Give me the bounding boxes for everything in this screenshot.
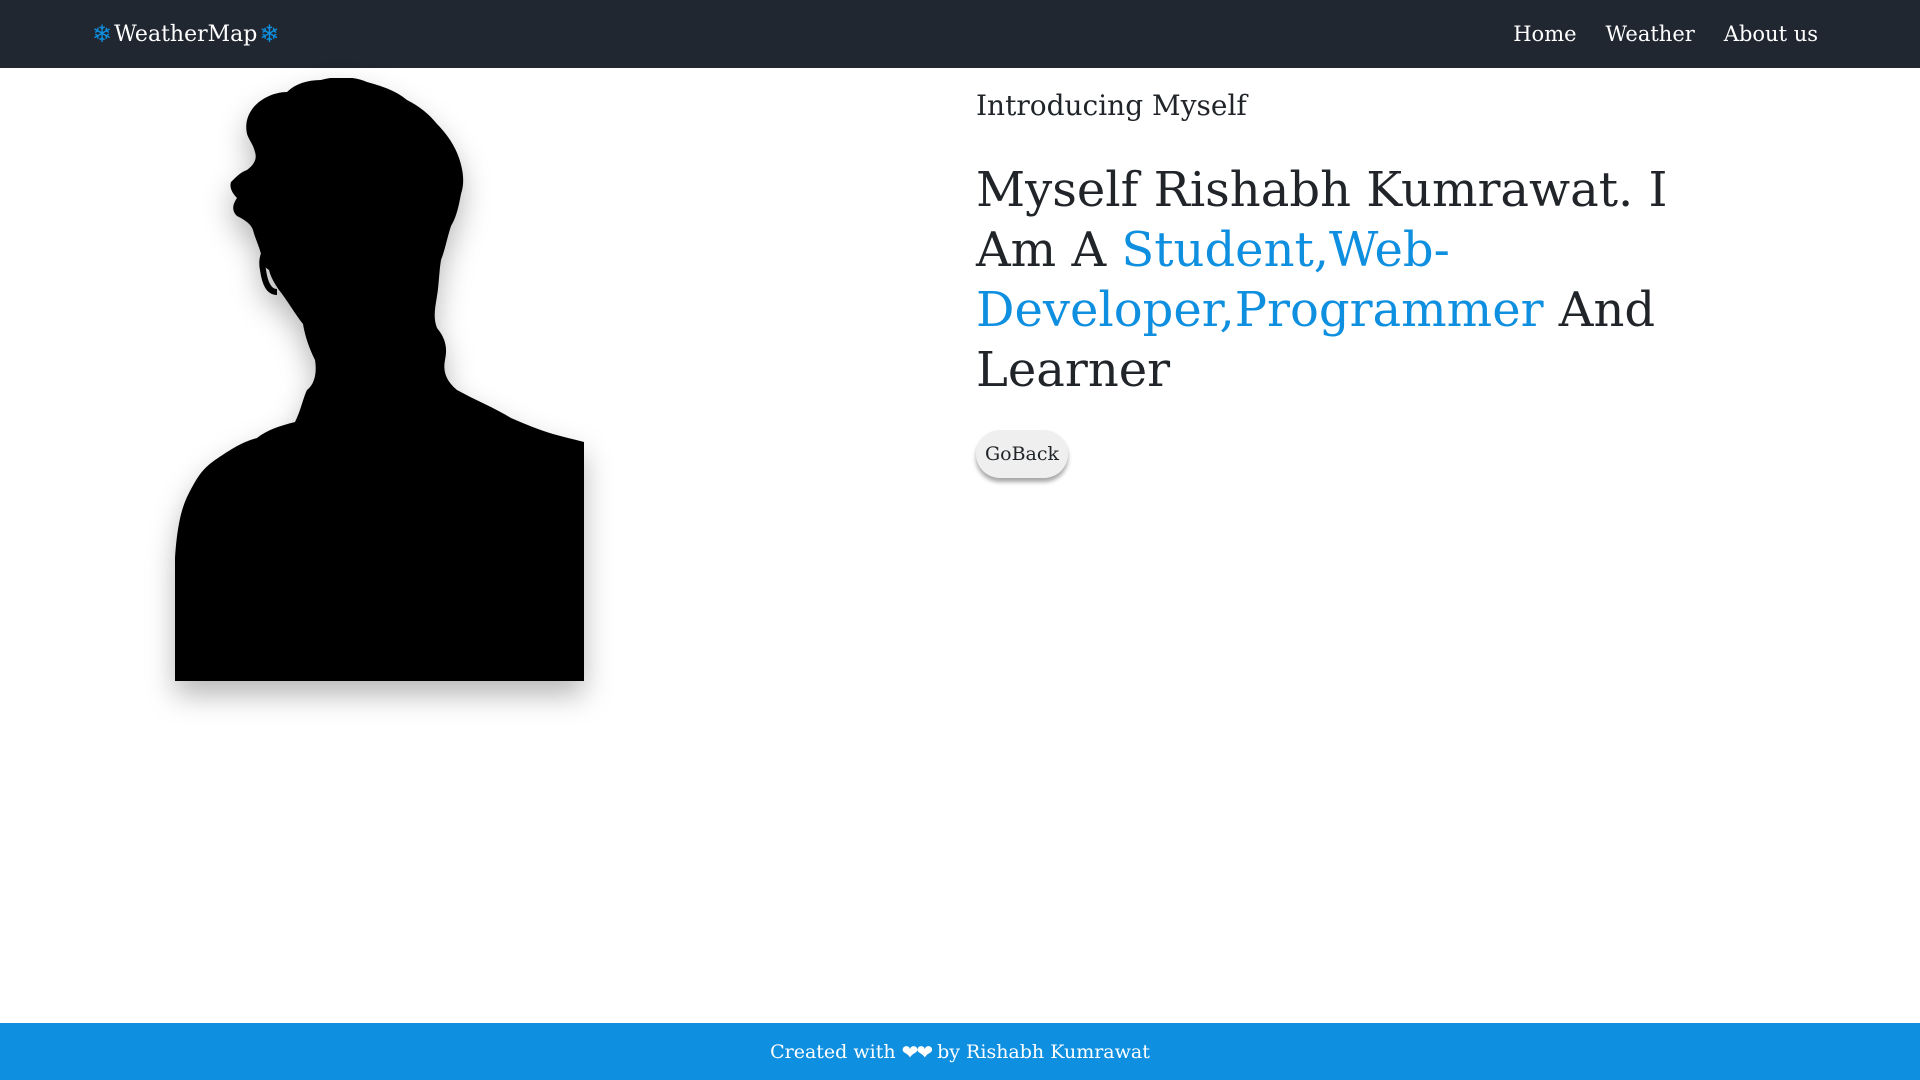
intro-subtitle: Introducing Myself (976, 89, 1247, 122)
nav-home-link[interactable]: Home (1513, 22, 1576, 46)
snowflake-icon: ❄ (259, 20, 280, 48)
goback-button[interactable]: GoBack (976, 430, 1068, 478)
footer-text-end: by Rishabh Kumrawat (937, 1040, 1150, 1063)
silhouette-portrait (175, 78, 584, 681)
snowflake-icon: ❄ (92, 20, 113, 48)
footer-text-start: Created with (770, 1040, 896, 1063)
brand-link[interactable]: ❄ WeatherMap ❄ (92, 0, 279, 68)
nav-links: Home Weather About us (1513, 0, 1818, 68)
navbar: ❄ WeatherMap ❄ Home Weather About us (0, 0, 1920, 68)
heart-icon: ❤❤ (901, 1039, 933, 1064)
intro-section: Introducing Myself Myself Rishabh Kumraw… (976, 88, 1736, 400)
footer: Created with ❤❤ by Rishabh Kumrawat (0, 1023, 1920, 1080)
brand-name: WeatherMap (114, 21, 258, 47)
intro-heading: Myself Rishabh Kumrawat. I Am A Student,… (976, 160, 1736, 400)
nav-weather-link[interactable]: Weather (1606, 22, 1695, 46)
portrait-image (175, 78, 584, 681)
nav-about-link[interactable]: About us (1724, 22, 1818, 46)
